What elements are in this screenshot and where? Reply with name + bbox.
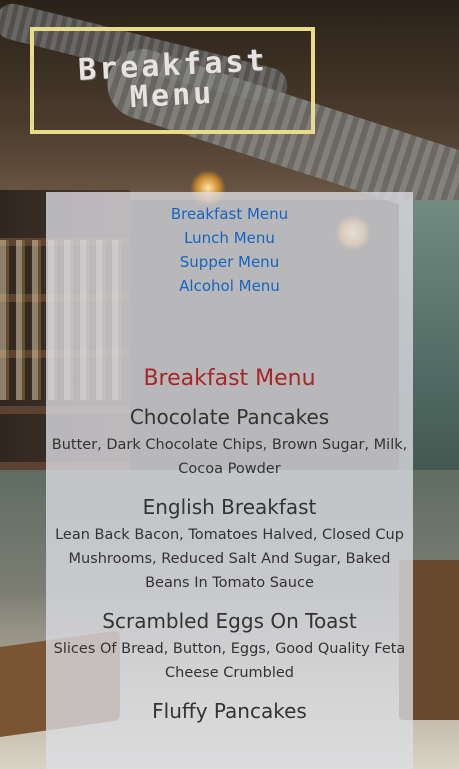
- nav-link-lunch[interactable]: Lunch Menu: [46, 226, 413, 250]
- menu-item-description: Butter, Dark Chocolate Chips, Brown Suga…: [51, 437, 408, 477]
- menu-item-description: Slices Of Bread, Button, Eggs, Good Qual…: [53, 641, 406, 681]
- menu-nav: Breakfast Menu Lunch Menu Supper Menu Al…: [46, 192, 413, 298]
- menu-item: Fluffy Pancakes: [46, 699, 413, 723]
- menu-item-name: Fluffy Pancakes: [152, 699, 307, 723]
- menu-item: Chocolate Pancakes Butter, Dark Chocolat…: [46, 405, 413, 481]
- section-heading: Breakfast Menu: [143, 366, 316, 391]
- menu-item-name: Scrambled Eggs On Toast: [102, 609, 357, 633]
- menu-item: Scrambled Eggs On Toast Slices Of Bread,…: [46, 609, 413, 685]
- nav-link-alcohol[interactable]: Alcohol Menu: [46, 274, 413, 298]
- menu-item-name: Chocolate Pancakes: [129, 405, 330, 429]
- menu-item-name: English Breakfast: [142, 495, 317, 519]
- menu-panel: Breakfast Menu Lunch Menu Supper Menu Al…: [46, 192, 413, 769]
- menu-item: English Breakfast Lean Back Bacon, Tomat…: [46, 495, 413, 595]
- menu-item-description: Lean Back Bacon, Tomatoes Halved, Closed…: [55, 527, 404, 591]
- nav-link-breakfast[interactable]: Breakfast Menu: [46, 202, 413, 226]
- title-line-2: Menu: [129, 75, 216, 115]
- nav-link-supper[interactable]: Supper Menu: [46, 250, 413, 274]
- page-title: Breakfast Menu: [30, 27, 315, 134]
